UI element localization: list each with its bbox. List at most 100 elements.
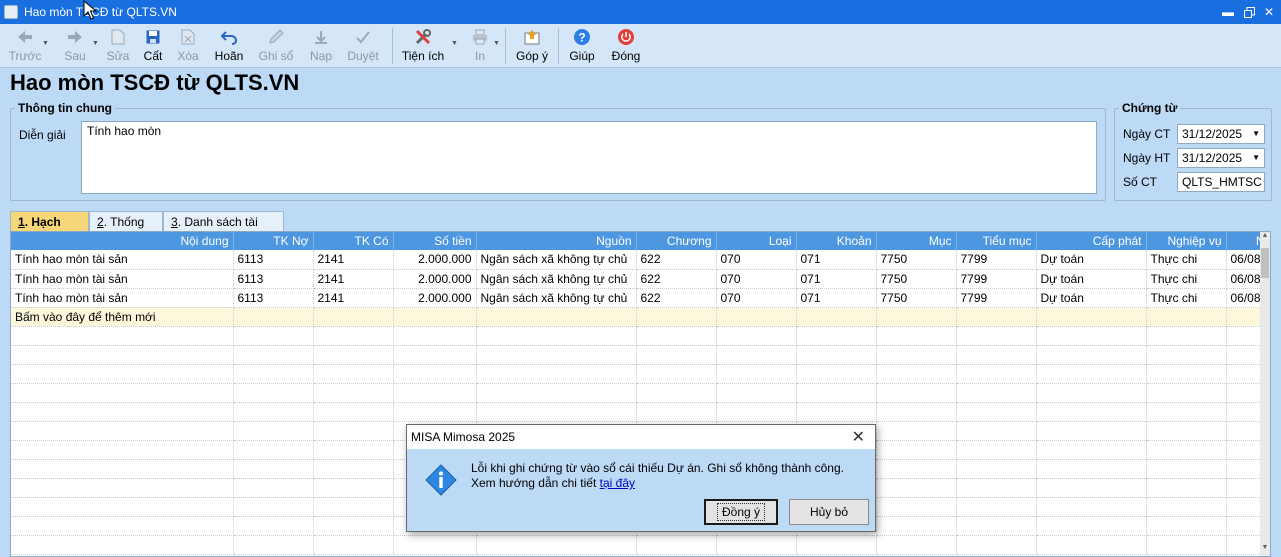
table-cell[interactable]: 2.000.000 [393, 250, 477, 270]
table-cell[interactable] [876, 402, 957, 422]
table-cell[interactable] [11, 497, 234, 517]
restore-icon[interactable] [1239, 0, 1259, 24]
table-cell[interactable] [233, 497, 314, 517]
table-cell[interactable] [956, 364, 1037, 384]
tab-statistics[interactable]: 2. Thống kê [89, 211, 163, 243]
table-cell[interactable] [716, 345, 797, 365]
table-cell[interactable]: Thực chi [1146, 250, 1227, 270]
table-cell[interactable] [636, 383, 717, 403]
table-cell[interactable]: 071 [796, 269, 877, 289]
table-cell[interactable] [233, 440, 314, 460]
table-cell[interactable] [876, 345, 957, 365]
table-cell[interactable] [1036, 364, 1147, 384]
table-cell[interactable] [1036, 383, 1147, 403]
table-cell[interactable] [636, 364, 717, 384]
table-cell[interactable] [796, 326, 877, 346]
scroll-down-icon[interactable]: ▼ [1260, 544, 1270, 556]
table-cell[interactable] [393, 345, 477, 365]
table-cell[interactable] [1036, 345, 1147, 365]
table-cell[interactable] [1036, 326, 1147, 346]
table-cell[interactable] [233, 421, 314, 441]
table-cell[interactable]: Dự toán [1036, 250, 1147, 270]
next-dropdown-icon[interactable]: ▼ [92, 40, 99, 47]
table-cell[interactable] [233, 459, 314, 479]
column-header[interactable]: Khoản [796, 232, 877, 250]
table-cell[interactable] [1146, 459, 1227, 479]
table-cell[interactable] [876, 535, 957, 555]
minimize-icon[interactable]: ▬ [1218, 0, 1238, 24]
table-cell[interactable]: 070 [716, 288, 797, 308]
table-cell[interactable] [11, 440, 234, 460]
table-cell[interactable]: 2141 [313, 250, 394, 270]
chevron-down-icon[interactable]: ▼ [1252, 153, 1260, 162]
table-cell[interactable]: 7799 [956, 250, 1037, 270]
table-cell[interactable] [313, 459, 394, 479]
table-cell[interactable] [1036, 535, 1147, 555]
table-cell[interactable] [1146, 364, 1227, 384]
table-cell[interactable]: 6113 [233, 250, 314, 270]
table-cell[interactable] [1146, 516, 1227, 536]
table-cell[interactable] [956, 478, 1037, 498]
table-cell[interactable] [393, 535, 477, 555]
table-cell[interactable] [796, 535, 877, 555]
table-cell[interactable] [1036, 478, 1147, 498]
table-cell[interactable] [11, 364, 234, 384]
table-cell[interactable] [476, 326, 637, 346]
table-cell[interactable]: 2.000.000 [393, 288, 477, 308]
table-cell[interactable] [956, 326, 1037, 346]
table-cell[interactable]: 622 [636, 250, 717, 270]
table-cell[interactable] [796, 383, 877, 403]
column-header[interactable]: Tiểu mục [956, 232, 1037, 250]
table-cell[interactable] [956, 421, 1037, 441]
column-header[interactable]: Mục [876, 232, 957, 250]
table-cell[interactable] [1146, 345, 1227, 365]
table-cell[interactable] [11, 345, 234, 365]
table-cell[interactable]: Ngân sách xã không tự chủ [476, 288, 637, 308]
print-dropdown-icon[interactable]: ▼ [493, 40, 500, 47]
close-window-icon[interactable]: ✕ [1259, 0, 1279, 24]
feedback-button[interactable]: Góp ý [514, 24, 550, 68]
column-header[interactable]: Nguồn [476, 232, 637, 250]
help-button[interactable]: ? Giúp [566, 24, 598, 68]
load-button[interactable]: Nạp [306, 24, 336, 68]
table-cell[interactable] [11, 402, 234, 422]
table-cell[interactable] [393, 364, 477, 384]
cancel-button[interactable]: Hủy bỏ [789, 499, 869, 525]
table-cell[interactable] [876, 478, 957, 498]
table-cell[interactable] [716, 402, 797, 422]
table-cell[interactable] [1036, 307, 1147, 327]
table-cell[interactable] [1036, 497, 1147, 517]
table-cell[interactable] [233, 326, 314, 346]
table-cell[interactable] [716, 307, 797, 327]
table-cell[interactable] [233, 307, 314, 327]
table-cell[interactable]: 071 [796, 250, 877, 270]
table-cell[interactable] [1146, 478, 1227, 498]
table-cell[interactable] [1036, 421, 1147, 441]
table-cell[interactable] [636, 535, 717, 555]
table-cell[interactable] [476, 307, 637, 327]
close-button[interactable]: Đóng [609, 24, 643, 68]
table-cell[interactable]: Ngân sách xã không tự chủ [476, 269, 637, 289]
table-cell[interactable] [876, 307, 957, 327]
table-cell[interactable] [476, 402, 637, 422]
grid-vertical-scrollbar[interactable]: ▲ ▼ [1260, 232, 1270, 556]
table-cell[interactable] [233, 383, 314, 403]
post-ledger-button[interactable]: Ghi sổ [256, 24, 296, 68]
table-cell[interactable] [876, 459, 957, 479]
table-cell[interactable]: 2.000.000 [393, 269, 477, 289]
table-cell[interactable] [956, 383, 1037, 403]
table-cell[interactable] [876, 326, 957, 346]
table-cell[interactable]: Tính hao mòn tài sản [11, 288, 234, 308]
column-header[interactable]: TK Có [313, 232, 394, 250]
table-cell[interactable] [1146, 383, 1227, 403]
table-cell[interactable] [1146, 497, 1227, 517]
table-cell[interactable]: Thực chi [1146, 269, 1227, 289]
table-cell[interactable] [956, 535, 1037, 555]
table-cell[interactable] [876, 383, 957, 403]
table-cell[interactable] [956, 440, 1037, 460]
table-cell[interactable] [1036, 402, 1147, 422]
table-cell[interactable] [11, 383, 234, 403]
table-cell[interactable] [796, 307, 877, 327]
add-new-row-text[interactable]: Bấm vào đây để thêm mới [11, 307, 234, 327]
table-cell[interactable] [313, 440, 394, 460]
